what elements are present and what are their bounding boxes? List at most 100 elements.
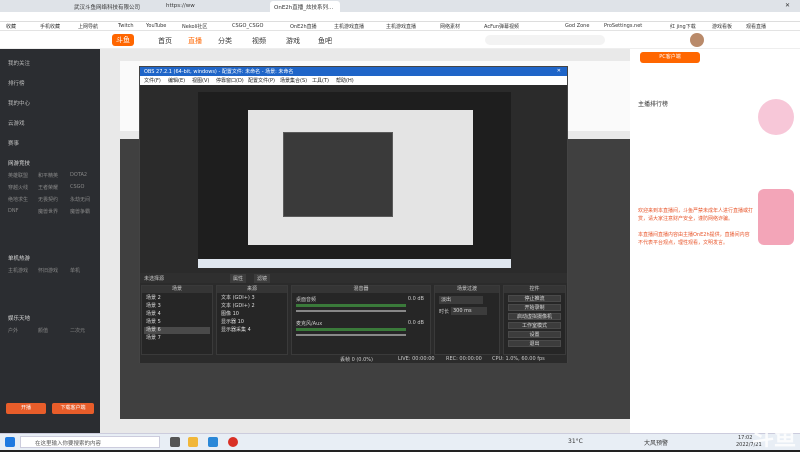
bookmark[interactable]: YouTube	[146, 23, 166, 29]
sidebar-item[interactable]: 赛事	[8, 139, 19, 147]
scene-item[interactable]: 场景 5	[144, 319, 210, 326]
bookmark[interactable]: 上网导航	[78, 23, 98, 30]
start-recording-button[interactable]: 开始录制	[508, 304, 561, 311]
bookmark[interactable]: 网络素材	[440, 23, 460, 30]
sidebar-cat[interactable]: 魔兽争霸	[70, 208, 90, 215]
sidebar-cat[interactable]: 英雄联盟	[8, 172, 28, 179]
settings-button[interactable]: 设置	[508, 331, 561, 338]
scene-item[interactable]: 场景 3	[144, 303, 210, 310]
bookmark[interactable]: 主机游戏直播	[386, 23, 416, 30]
site-search-input[interactable]	[485, 35, 605, 45]
menu-file[interactable]: 文件(F)	[144, 77, 161, 84]
app-icon[interactable]	[208, 437, 218, 447]
browser-tab[interactable]: https://ww	[162, 1, 232, 12]
sidebar-cat[interactable]: 无畏契约	[38, 196, 58, 203]
volume-slider[interactable]	[296, 310, 406, 312]
sidebar-item[interactable]: 我的关注	[8, 59, 30, 67]
sidebar-cat[interactable]: 穿越火线	[8, 184, 28, 191]
sidebar-cat[interactable]: 怀旧游戏	[38, 267, 58, 274]
avatar[interactable]	[690, 33, 704, 47]
promo-badge[interactable]	[758, 99, 794, 135]
bookmark[interactable]: OnE2h直播	[290, 23, 317, 30]
file-explorer-icon[interactable]	[188, 437, 198, 447]
menu-dock[interactable]: 停靠窗口(D)	[216, 77, 244, 84]
browser-tab[interactable]: 武汉斗鱼网络科技有限公司	[70, 1, 160, 12]
go-live-button[interactable]: 开播	[6, 403, 46, 414]
source-item[interactable]: 显示器采集 4	[219, 327, 285, 334]
virtual-camera-button[interactable]: 启动虚拟摄像机	[508, 313, 561, 320]
duration-input[interactable]: 300 ms	[451, 307, 487, 315]
filters-button[interactable]: 滤镜	[254, 274, 271, 283]
menu-tools[interactable]: 工具(T)	[312, 77, 329, 84]
promo-card[interactable]	[758, 189, 794, 245]
nav-live[interactable]: 直播	[188, 36, 202, 46]
sidebar-cat[interactable]: 颜值	[38, 327, 48, 334]
sidebar-item[interactable]: 排行榜	[8, 79, 25, 87]
bookmark[interactable]: AcFun弹幕视频	[484, 23, 519, 30]
nav-category[interactable]: 分类	[218, 36, 232, 46]
sidebar-cat[interactable]: CSGO	[70, 184, 84, 190]
bookmark[interactable]: Nekoli社区	[182, 23, 207, 30]
taskbar-search-input[interactable]: 在这里输入你要搜索的内容	[20, 436, 160, 448]
scene-item-selected[interactable]: 场景 6	[144, 327, 210, 334]
close-icon[interactable]: ✕	[785, 2, 790, 9]
properties-button[interactable]: 属性	[230, 274, 247, 283]
sidebar-cat[interactable]: DOTA2	[70, 172, 87, 178]
source-item[interactable]: 文本 (GDI+) 3	[219, 295, 285, 302]
source-item[interactable]: 显示器 10	[219, 319, 285, 326]
bookmark[interactable]: ProSettings.net	[604, 23, 642, 29]
volume-slider[interactable]	[296, 334, 406, 336]
obs-preview[interactable]	[198, 92, 511, 268]
sidebar-cat[interactable]: 永劫无间	[70, 196, 90, 203]
sidebar-cat[interactable]: 单机	[70, 267, 80, 274]
bookmark[interactable]: 红 jing下载	[670, 23, 696, 30]
sidebar-cat[interactable]: 魔兽世界	[38, 208, 58, 215]
exit-button[interactable]: 退出	[508, 340, 561, 347]
bookmark[interactable]: 观看直播	[746, 23, 766, 30]
sidebar-item[interactable]: 云游戏	[8, 119, 25, 127]
sidebar-cat[interactable]: DNF	[8, 208, 18, 214]
scene-item[interactable]: 场景 2	[144, 295, 210, 302]
nav-home[interactable]: 首页	[158, 36, 172, 46]
bookmark[interactable]: 手机收藏	[40, 23, 60, 30]
sidebar-cat[interactable]: 户外	[8, 327, 18, 334]
sidebar-cat[interactable]: 绝地求生	[8, 196, 28, 203]
download-client-button[interactable]: 下载客户端	[52, 403, 94, 414]
site-logo[interactable]: 斗鱼	[112, 34, 134, 46]
bookmark[interactable]: 主机游戏直播	[334, 23, 364, 30]
sidebar-cat[interactable]: 主机游戏	[8, 267, 28, 274]
sidebar-cat[interactable]: 王者荣耀	[38, 184, 58, 191]
pc-download-button[interactable]: PC客户端	[640, 52, 700, 63]
nav-yuba[interactable]: 鱼吧	[318, 36, 332, 46]
menu-scenecollection[interactable]: 场景集合(S)	[280, 77, 307, 84]
chat-notice: 欢迎来到本直播间，斗鱼严禁未成年人进行直播或打赏，请大家注意财产安全，谨防网络诈…	[638, 208, 754, 222]
bookmark[interactable]: 游戏看板	[712, 23, 732, 30]
transition-select[interactable]: 淡出	[439, 296, 483, 304]
browser-tab-active[interactable]: OnE2h直播_炫技系列...	[270, 1, 340, 12]
bookmark[interactable]: God Zone	[565, 23, 589, 29]
bookmark[interactable]: Twitch	[118, 23, 134, 29]
bookmark[interactable]: CSGO_CSGO	[232, 23, 263, 29]
menu-view[interactable]: 视图(V)	[192, 77, 209, 84]
address-bar[interactable]	[0, 12, 800, 22]
studio-mode-button[interactable]: 工作室模式	[508, 322, 561, 329]
task-view-icon[interactable]	[170, 437, 180, 447]
windows-start-icon[interactable]	[5, 437, 15, 447]
menu-help[interactable]: 帮助(H)	[336, 77, 354, 84]
source-item[interactable]: 图像 10	[219, 311, 285, 318]
sidebar-item[interactable]: 我的中心	[8, 99, 30, 107]
scene-item[interactable]: 场景 7	[144, 335, 210, 342]
bookmark[interactable]: 收藏	[6, 23, 16, 30]
sidebar-cat[interactable]: 和平精英	[38, 172, 58, 179]
close-icon[interactable]: ✕	[557, 68, 561, 74]
menu-profile[interactable]: 配置文件(P)	[248, 77, 275, 84]
windows-taskbar: 在这里输入你要搜索的内容 31°C 大风预警 17:02 2022/7/21	[0, 433, 800, 450]
nav-video[interactable]: 视频	[252, 36, 266, 46]
scene-item[interactable]: 场景 4	[144, 311, 210, 318]
nav-game[interactable]: 游戏	[286, 36, 300, 46]
sidebar-cat[interactable]: 二次元	[70, 327, 85, 334]
obs-taskbar-icon[interactable]	[228, 437, 238, 447]
stop-streaming-button[interactable]: 停止推流	[508, 295, 561, 302]
source-item[interactable]: 文本 (GDI+) 2	[219, 303, 285, 310]
menu-edit[interactable]: 编辑(E)	[168, 77, 185, 84]
